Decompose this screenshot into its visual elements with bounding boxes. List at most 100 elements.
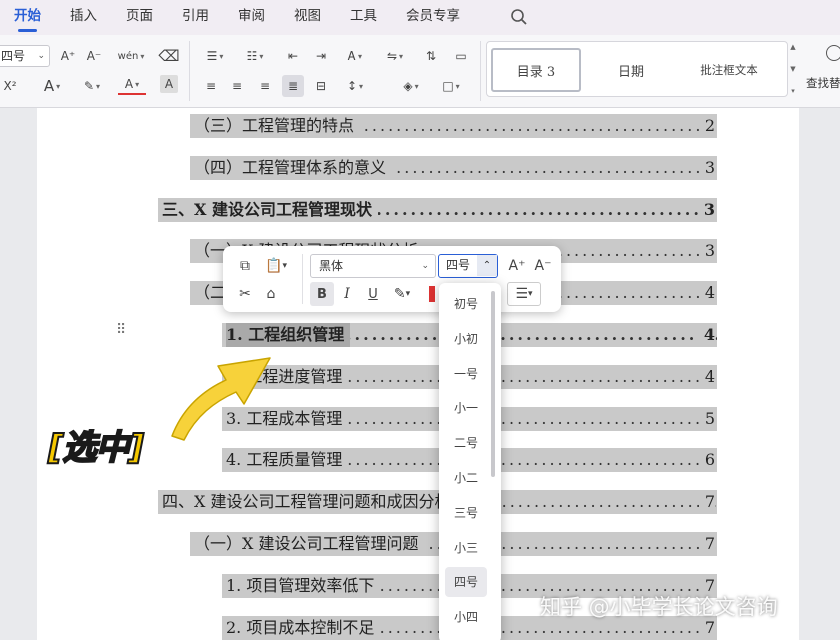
font-size-option[interactable]: 小一 xyxy=(445,393,487,423)
wps-writer-window: 开始 插入 页面 引用 审阅 视图 工具 会员专享 四号 ⌄ A⁺ A⁻ wén… xyxy=(0,0,840,640)
pinyin-guide-button[interactable]: wén ▾ xyxy=(114,45,148,67)
copy-icon[interactable]: ⧉ xyxy=(233,254,257,278)
font-size-option[interactable]: 一号 xyxy=(445,359,487,389)
shrink-font-button[interactable]: A⁻ xyxy=(84,45,104,67)
distributed-icon[interactable]: ⊟ xyxy=(310,75,332,97)
underline-button[interactable]: U xyxy=(361,282,385,306)
format-painter-icon[interactable]: ⌂ xyxy=(259,282,283,306)
font-size-option[interactable]: 二号 xyxy=(445,428,487,458)
decrease-indent-icon[interactable]: ⇤ xyxy=(282,45,304,67)
shrink-font-icon[interactable]: A⁻ xyxy=(531,254,555,278)
toc-entry-page: 3 xyxy=(698,239,715,263)
toc-entry-text: 4. 工程质量管理 xyxy=(226,448,349,472)
font-size-option[interactable]: 小三 xyxy=(445,533,487,563)
toc-entry-page: 3 xyxy=(697,198,715,222)
font-size-select[interactable]: 四号 ⌃ xyxy=(438,254,498,278)
tab-review[interactable]: 审阅 xyxy=(238,0,265,35)
align-right-icon[interactable]: ≡ xyxy=(254,75,276,97)
tab-view[interactable]: 视图 xyxy=(294,0,321,35)
font-family-select[interactable]: 黑体 ⌄ xyxy=(310,254,436,278)
alignment-icon[interactable]: ☰ ▾ xyxy=(507,282,541,306)
sort-icon[interactable]: ⇅ xyxy=(420,45,442,67)
toc-entry-page: 2 xyxy=(698,114,715,138)
eraser-icon[interactable]: ⌫ xyxy=(158,45,180,67)
toc-entry[interactable]: ........................................… xyxy=(190,156,717,180)
bullets-icon[interactable]: ☰ ▾ xyxy=(200,45,230,67)
expand-icon[interactable]: ▾ xyxy=(791,87,795,95)
grow-font-icon[interactable]: A⁺ xyxy=(505,254,529,278)
grow-font-button[interactable]: A⁺ xyxy=(58,45,78,67)
tab-member[interactable]: 会员专享 xyxy=(406,0,460,35)
toc-entry[interactable]: ........................................… xyxy=(190,114,717,138)
find-replace-button[interactable]: 查找替 xyxy=(806,75,840,91)
increase-indent-icon[interactable]: ⇥ xyxy=(310,45,332,67)
shading-icon[interactable]: ◈ ▾ xyxy=(396,75,426,97)
toc-entry-page: 4 xyxy=(698,281,715,305)
toc-entry[interactable]: ........................................… xyxy=(158,490,717,514)
highlight-icon[interactable]: ✎ ▾ xyxy=(78,75,106,97)
ribbon-divider xyxy=(480,41,481,101)
tab-page[interactable]: 页面 xyxy=(126,0,153,35)
change-case-icon[interactable]: Ꭺ ▾ xyxy=(340,45,370,67)
font-size-option[interactable]: 小二 xyxy=(445,463,487,493)
tab-insert[interactable]: 插入 xyxy=(70,0,97,35)
find-icon[interactable] xyxy=(826,45,840,61)
chevron-down-icon[interactable]: ▼ xyxy=(790,65,795,73)
cut-icon[interactable]: ✂ xyxy=(233,282,257,306)
text-direction-icon[interactable]: ⇋ ▾ xyxy=(380,45,410,67)
tab-home[interactable]: 开始 xyxy=(14,0,41,35)
toc-entry-text: 2. 项目成本控制不足 xyxy=(226,616,381,640)
toc-entry-page: 5 xyxy=(698,407,715,431)
style-toc3[interactable]: 目录 3 xyxy=(491,48,581,92)
font-size-value: 四号 xyxy=(446,258,471,272)
numbering-icon[interactable]: ☷ ▾ xyxy=(240,45,270,67)
toc-entry-text: （一）X 建设公司工程管理问题 xyxy=(194,532,425,556)
floating-format-toolbar: ⧉ 📋 ▾ ✂ ⌂ 黑体 ⌄ 四号 ⌃ A⁺ A⁻ B I U ✎ ▾ ☰ ▾ xyxy=(223,246,561,312)
font-size-option[interactable]: 初号 xyxy=(445,289,487,319)
chevron-down-icon: ⌄ xyxy=(421,261,429,271)
style-comment-text[interactable]: 批注框文本 xyxy=(681,48,777,92)
italic-button[interactable]: I xyxy=(335,282,359,306)
chevron-down-icon: ⌄ xyxy=(37,51,45,61)
font-size-option[interactable]: 小初 xyxy=(445,324,487,354)
font-size-option[interactable]: 三号 xyxy=(445,498,487,528)
align-left-icon[interactable]: ≡ xyxy=(200,75,222,97)
ribbon-divider xyxy=(189,41,190,101)
font-size-option[interactable]: 四号 xyxy=(445,567,487,598)
pointer-arrow-icon xyxy=(171,357,271,441)
align-center-icon[interactable]: ≡ xyxy=(226,75,248,97)
text-effect-icon[interactable]: A ▾ xyxy=(38,75,66,97)
toc-entry-page: 4 xyxy=(697,323,715,347)
paste-icon[interactable]: 📋 ▾ xyxy=(261,254,291,278)
char-shading-icon[interactable]: A xyxy=(160,75,178,93)
style-date[interactable]: 日期 xyxy=(585,48,677,92)
search-icon[interactable] xyxy=(510,8,528,26)
justify-icon[interactable]: ≣ xyxy=(282,75,304,97)
toc-entry-page: 7 xyxy=(698,532,715,556)
highlight-icon[interactable]: ✎ ▾ xyxy=(387,282,417,306)
show-marks-icon[interactable]: ▭ xyxy=(450,45,472,67)
tab-references[interactable]: 引用 xyxy=(182,0,209,35)
borders-icon[interactable]: □ ▾ xyxy=(436,75,466,97)
toc-entry-page: 6 xyxy=(698,448,715,472)
styles-scroll[interactable]: ▲ ▼ ▾ xyxy=(788,43,798,95)
dropdown-scrollbar[interactable] xyxy=(491,291,495,477)
select-callout-label: [选中] xyxy=(47,427,145,469)
toc-entry-text: （四）工程管理体系的意义 xyxy=(194,156,393,180)
toc-entry-page: 3 xyxy=(698,156,715,180)
font-family-value: 黑体 xyxy=(319,259,344,273)
toc-entry-text: 三、X 建设公司工程管理现状 xyxy=(162,198,378,222)
superscript-button[interactable]: X² xyxy=(0,75,22,97)
toc-entry-page: 7 xyxy=(698,490,715,514)
tab-tools[interactable]: 工具 xyxy=(350,0,377,35)
font-size-option[interactable]: 小四 xyxy=(445,602,487,632)
font-color-icon[interactable] xyxy=(429,286,435,302)
toc-entry[interactable]: ........................................… xyxy=(158,198,717,222)
line-spacing-icon[interactable]: ↕ ▾ xyxy=(340,75,370,97)
font-color-icon[interactable]: A ▾ xyxy=(118,75,146,95)
bold-button[interactable]: B xyxy=(310,282,334,306)
chevron-up-icon[interactable]: ▲ xyxy=(790,43,795,51)
ribbon-font-size-value: 四号 xyxy=(1,49,26,63)
drag-handle-icon[interactable]: ⠿ xyxy=(116,323,128,344)
ribbon-font-size-select[interactable]: 四号 ⌄ xyxy=(0,45,50,67)
